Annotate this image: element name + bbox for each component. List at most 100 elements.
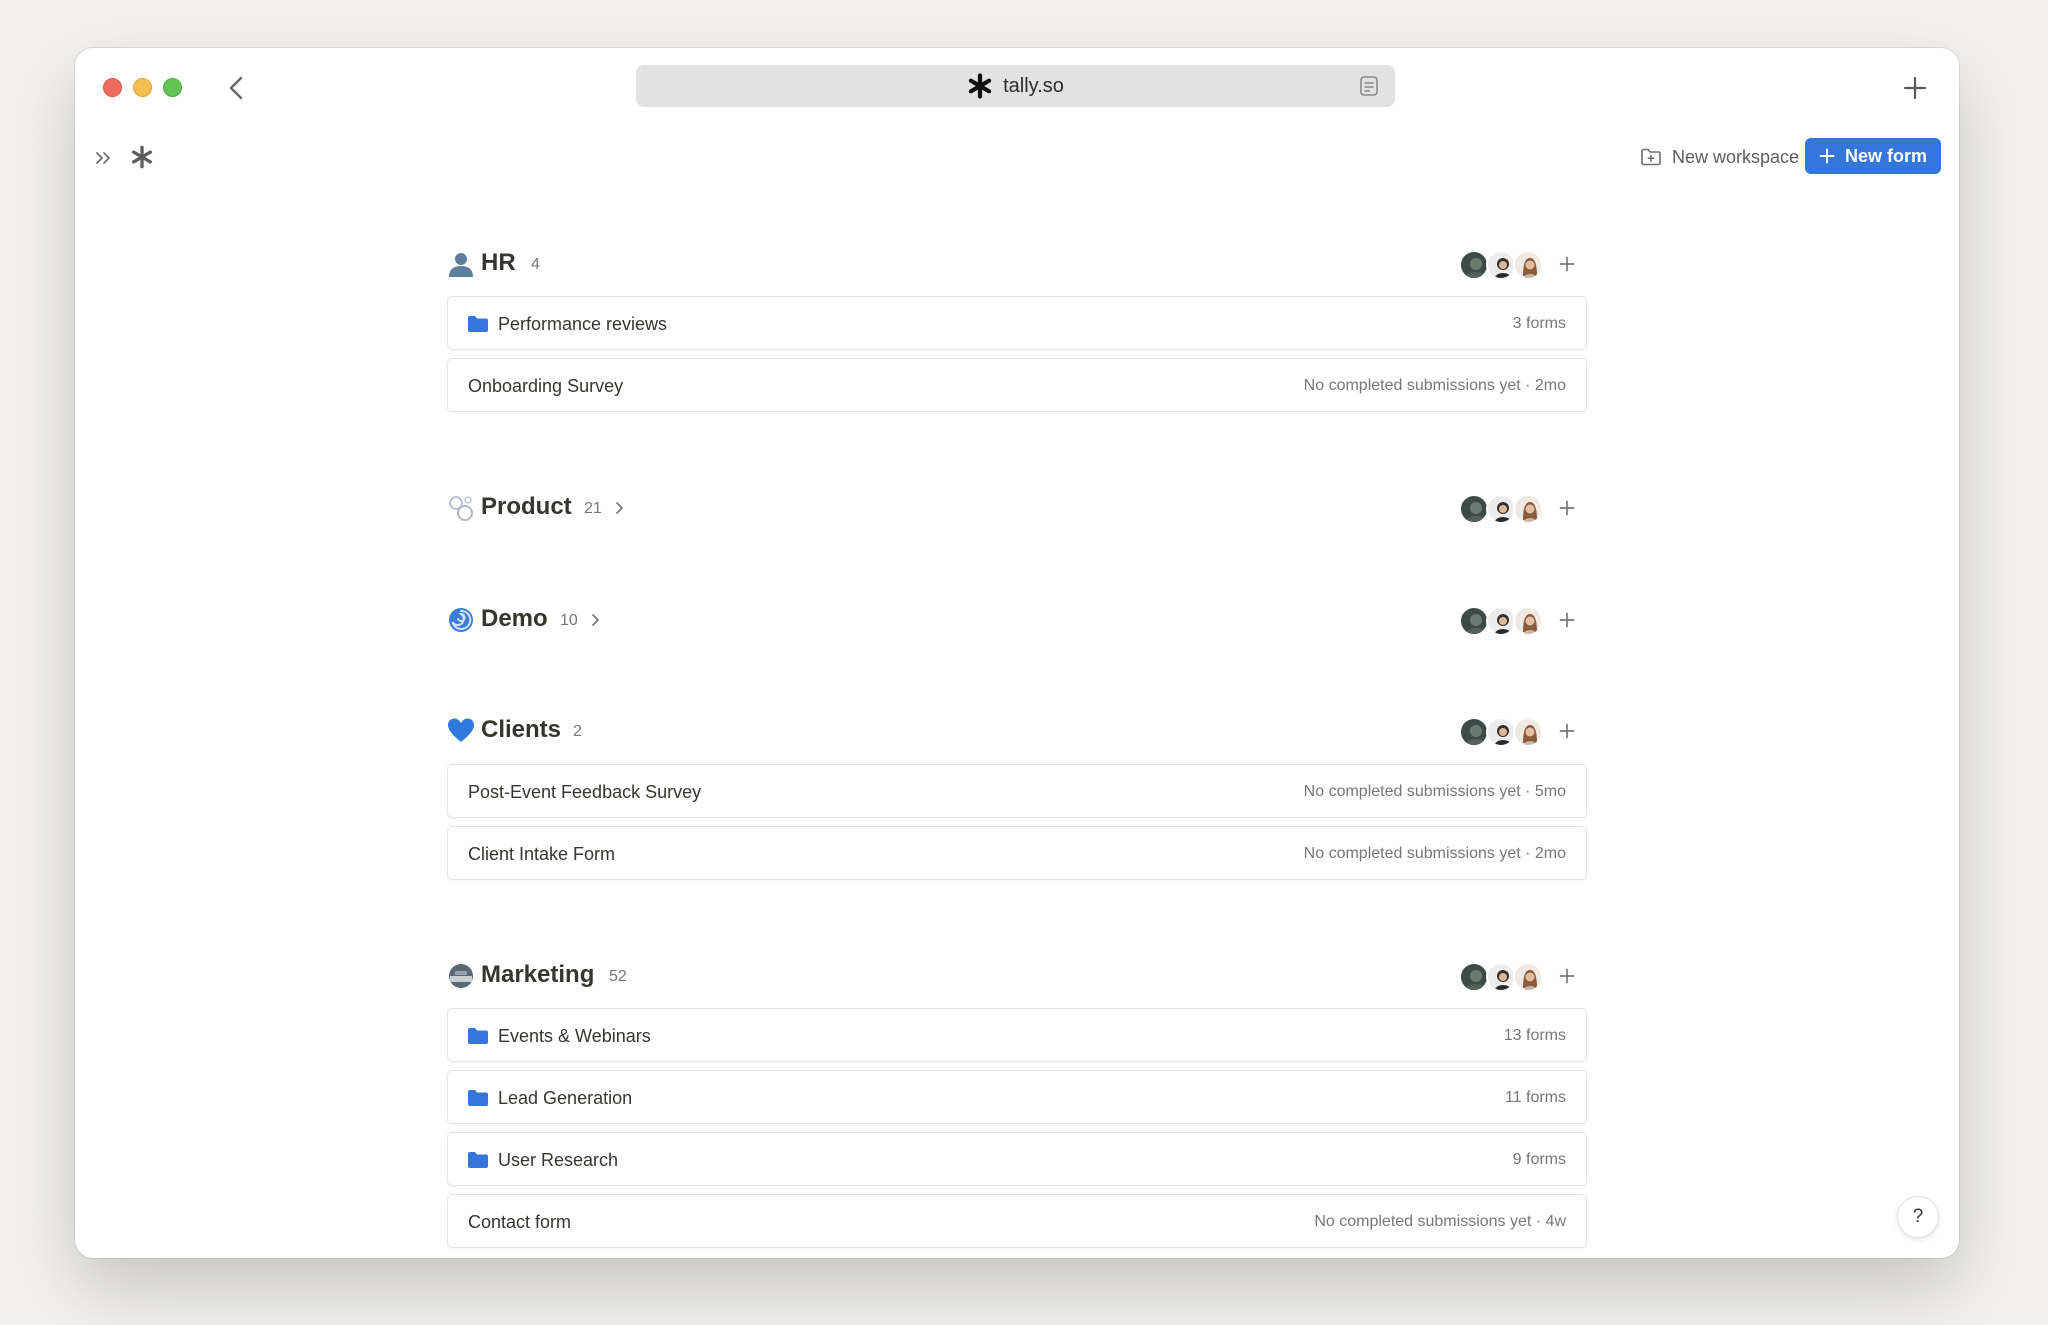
form-status: No completed submissions yet · 5mo [1303, 783, 1566, 800]
plus-icon [1559, 612, 1575, 628]
chevron-right-icon[interactable] [611, 500, 627, 516]
form-row[interactable]: Contact form No completed submissions ye… [447, 1194, 1587, 1248]
new-form-label: New form [1844, 145, 1927, 166]
folder-row[interactable]: Performance reviews 3 forms [447, 296, 1587, 350]
add-form-button[interactable] [1555, 964, 1579, 988]
folder-icon [468, 1090, 488, 1106]
add-form-button[interactable] [1555, 496, 1579, 520]
plus-icon [1819, 148, 1835, 164]
folder-plus-icon [1641, 148, 1661, 166]
workspace-name: Clients [481, 716, 562, 743]
avatar [1486, 717, 1516, 747]
title-bar: tally.so [75, 48, 1959, 128]
help-button[interactable]: ? [1897, 1196, 1939, 1238]
workspace-name: Product [481, 493, 572, 520]
workspace-header-marketing[interactable]: Marketing 52 [447, 956, 1587, 996]
workspace-name: Demo [481, 605, 548, 632]
satellite-dish-icon [449, 964, 473, 988]
form-row[interactable]: Onboarding Survey No completed submissio… [447, 358, 1587, 412]
close-window-button[interactable] [103, 78, 122, 97]
avatar [1459, 494, 1489, 524]
workspace-count: 21 [584, 500, 602, 517]
new-form-button[interactable]: New form [1805, 138, 1941, 174]
avatar [1486, 962, 1516, 992]
add-form-button[interactable] [1555, 719, 1579, 743]
chevron-right-icon[interactable] [587, 612, 603, 628]
folder-icon [468, 316, 488, 332]
workspace-header-clients[interactable]: Clients 2 [447, 711, 1587, 751]
folder-form-count: 9 forms [1512, 1151, 1566, 1168]
member-avatars[interactable] [1459, 962, 1543, 992]
avatar [1513, 606, 1543, 636]
form-row[interactable]: Client Intake Form No completed submissi… [447, 826, 1587, 880]
chevron-left-icon [229, 76, 243, 100]
folder-icon [468, 1028, 488, 1044]
plus-icon [1559, 968, 1575, 984]
workspace-header-product[interactable]: Product 21 [447, 488, 1587, 528]
avatar [1513, 717, 1543, 747]
form-status: No completed submissions yet · 2mo [1303, 377, 1566, 394]
avatar [1486, 606, 1516, 636]
member-avatars[interactable] [1459, 494, 1543, 524]
form-row[interactable]: Post-Event Feedback Survey No completed … [447, 764, 1587, 818]
plus-icon [1559, 500, 1575, 516]
form-status: No completed submissions yet · 4w [1314, 1213, 1566, 1230]
folder-name: Performance reviews [498, 314, 668, 334]
folder-form-count: 11 forms [1504, 1089, 1566, 1106]
workspace-name: Marketing [481, 961, 595, 988]
folder-form-count: 3 forms [1512, 315, 1566, 332]
minimize-window-button[interactable] [133, 78, 152, 97]
person-silhouette-icon [449, 253, 473, 277]
avatar [1459, 606, 1489, 636]
folder-name: User Research [498, 1150, 619, 1170]
workspace-name: HR [481, 249, 516, 276]
tally-logo-icon[interactable] [125, 140, 159, 174]
avatar [1513, 962, 1543, 992]
bubbles-icon [449, 496, 473, 521]
avatar [1513, 494, 1543, 524]
form-name: Post-Event Feedback Survey [468, 782, 702, 802]
avatar [1513, 250, 1543, 280]
member-avatars[interactable] [1459, 250, 1543, 280]
plus-icon [1559, 256, 1575, 272]
zoom-window-button[interactable] [163, 78, 182, 97]
add-form-button[interactable] [1555, 608, 1579, 632]
form-name: Contact form [468, 1212, 572, 1232]
reader-mode-icon[interactable] [1359, 75, 1379, 97]
new-workspace-button[interactable]: New workspace [1640, 138, 1799, 176]
plus-icon [1559, 723, 1575, 739]
avatar [1486, 494, 1516, 524]
workspace-count: 2 [573, 723, 582, 740]
workspace-header-demo[interactable]: Demo 10 [447, 600, 1587, 640]
blue-heart-icon [448, 718, 474, 742]
expand-sidebar-button[interactable] [89, 144, 117, 172]
url-text: tally.so [1003, 74, 1064, 97]
avatar [1486, 250, 1516, 280]
double-chevron-right-icon [96, 152, 110, 164]
workspace-count: 4 [531, 256, 540, 273]
member-avatars[interactable] [1459, 606, 1543, 636]
form-status: No completed submissions yet · 2mo [1303, 845, 1566, 862]
workspace-header-hr[interactable]: HR 4 [447, 244, 1587, 284]
plus-icon [1903, 76, 1927, 100]
folder-row[interactable]: Events & Webinars 13 forms [447, 1008, 1587, 1062]
folder-name: Lead Generation [498, 1088, 633, 1108]
folder-row[interactable]: Lead Generation 11 forms [447, 1070, 1587, 1124]
new-workspace-label: New workspace [1671, 146, 1799, 167]
tally-favicon-icon [968, 73, 992, 99]
folder-name: Events & Webinars [498, 1026, 651, 1046]
workspace-count: 52 [609, 968, 627, 985]
address-bar[interactable]: tally.so [636, 65, 1395, 107]
folder-row[interactable]: User Research 9 forms [447, 1132, 1587, 1186]
avatar [1459, 717, 1489, 747]
add-form-button[interactable] [1555, 252, 1579, 276]
browser-window: tally.so New workspace New form HR 4 Per… [75, 48, 1959, 1258]
form-name: Onboarding Survey [468, 376, 624, 396]
workspace-count: 10 [560, 612, 578, 629]
folder-form-count: 13 forms [1503, 1027, 1566, 1044]
folder-icon [468, 1152, 488, 1168]
new-tab-button[interactable] [1897, 70, 1933, 106]
form-name: Client Intake Form [468, 844, 616, 864]
back-button[interactable] [218, 70, 254, 106]
member-avatars[interactable] [1459, 717, 1543, 747]
